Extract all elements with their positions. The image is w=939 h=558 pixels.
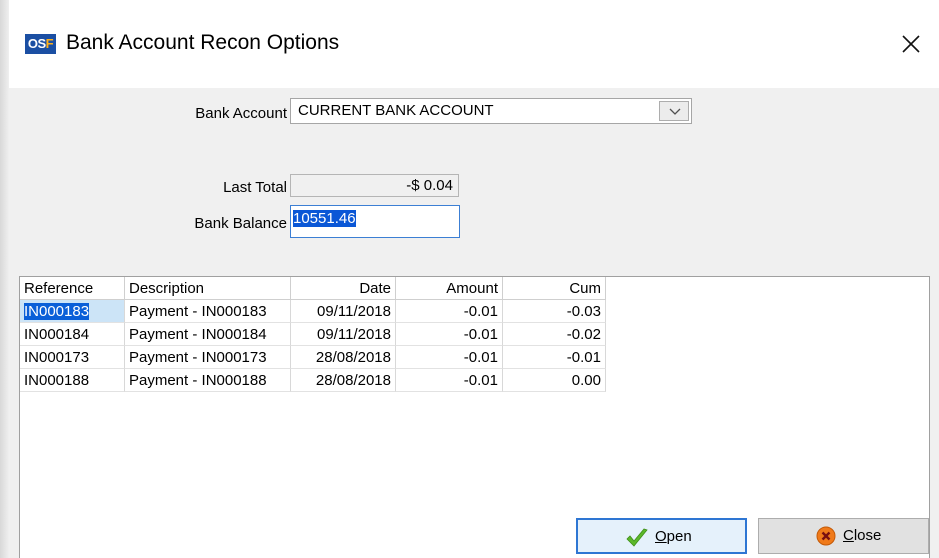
close-circle-icon bbox=[816, 526, 836, 550]
header-description[interactable]: Description bbox=[125, 277, 291, 300]
bank-balance-value: 10551.46 bbox=[293, 210, 356, 227]
bank-account-select[interactable]: CURRENT BANK ACCOUNT bbox=[290, 98, 692, 124]
app-logo-text-a: OS bbox=[27, 36, 46, 51]
close-button[interactable]: Close bbox=[758, 518, 929, 554]
chevron-down-icon bbox=[669, 108, 681, 115]
window-shadow bbox=[0, 0, 9, 558]
last-total-field: -$ 0.04 bbox=[290, 174, 459, 197]
table-row[interactable]: IN000184 Payment - IN000184 09/11/2018 -… bbox=[20, 323, 606, 346]
cell-description[interactable]: Payment - IN000173 bbox=[125, 346, 291, 369]
dialog-window: OSF Bank Account Recon Options Bank Acco… bbox=[0, 0, 939, 558]
cell-description[interactable]: Payment - IN000184 bbox=[125, 323, 291, 346]
last-total-label: Last Total bbox=[223, 179, 287, 196]
cell-amount[interactable]: -0.01 bbox=[396, 369, 503, 392]
open-label-rest: pen bbox=[666, 528, 692, 545]
cell-description[interactable]: Payment - IN000188 bbox=[125, 369, 291, 392]
selected-reference: IN000183 bbox=[24, 303, 90, 320]
close-label-accel: C bbox=[843, 527, 854, 544]
cell-amount[interactable]: -0.01 bbox=[396, 323, 503, 346]
cell-cum[interactable]: 0.00 bbox=[503, 369, 606, 392]
table-row[interactable]: IN000173 Payment - IN000173 28/08/2018 -… bbox=[20, 346, 606, 369]
cell-reference[interactable]: IN000183 bbox=[20, 300, 125, 323]
transactions-grid[interactable]: Reference Description Date Amount Cum IN… bbox=[19, 276, 930, 558]
cell-amount[interactable]: -0.01 bbox=[396, 346, 503, 369]
table-row[interactable]: IN000183 Payment - IN000183 09/11/2018 -… bbox=[20, 300, 606, 323]
bank-account-value: CURRENT BANK ACCOUNT bbox=[298, 102, 494, 119]
bank-account-label: Bank Account bbox=[195, 105, 287, 122]
close-button-label: Close bbox=[843, 527, 881, 544]
cell-description[interactable]: Payment - IN000183 bbox=[125, 300, 291, 323]
checkmark-icon bbox=[625, 527, 649, 553]
open-label-accel: O bbox=[655, 528, 667, 545]
bank-balance-input[interactable]: 10551.46 bbox=[290, 205, 460, 238]
cell-cum[interactable]: -0.01 bbox=[503, 346, 606, 369]
cell-date[interactable]: 28/08/2018 bbox=[291, 346, 396, 369]
window-title: Bank Account Recon Options bbox=[66, 31, 340, 54]
header-cum[interactable]: Cum bbox=[503, 277, 606, 300]
cell-cum[interactable]: -0.03 bbox=[503, 300, 606, 323]
grid-header-row: Reference Description Date Amount Cum bbox=[20, 277, 606, 300]
close-x-icon[interactable] bbox=[897, 28, 925, 58]
cell-reference[interactable]: IN000188 bbox=[20, 369, 125, 392]
app-logo-text-b: F bbox=[45, 36, 54, 51]
cell-amount[interactable]: -0.01 bbox=[396, 300, 503, 323]
dropdown-button[interactable] bbox=[659, 101, 689, 121]
open-button-label: Open bbox=[655, 528, 692, 545]
bank-balance-label: Bank Balance bbox=[194, 215, 287, 232]
cell-reference[interactable]: IN000184 bbox=[20, 323, 125, 346]
cell-date[interactable]: 28/08/2018 bbox=[291, 369, 396, 392]
header-amount[interactable]: Amount bbox=[396, 277, 503, 300]
header-reference[interactable]: Reference bbox=[20, 277, 125, 300]
cell-date[interactable]: 09/11/2018 bbox=[291, 300, 396, 323]
open-button[interactable]: Open bbox=[576, 518, 747, 554]
app-logo-icon: OSF bbox=[25, 34, 56, 54]
cell-cum[interactable]: -0.02 bbox=[503, 323, 606, 346]
cell-date[interactable]: 09/11/2018 bbox=[291, 323, 396, 346]
dialog-content: Bank Account CURRENT BANK ACCOUNT Last T… bbox=[9, 88, 939, 558]
close-label-rest: lose bbox=[853, 527, 882, 544]
cell-reference[interactable]: IN000173 bbox=[20, 346, 125, 369]
table-row[interactable]: IN000188 Payment - IN000188 28/08/2018 -… bbox=[20, 369, 606, 392]
title-bar: OSF Bank Account Recon Options bbox=[9, 0, 939, 88]
header-date[interactable]: Date bbox=[291, 277, 396, 300]
